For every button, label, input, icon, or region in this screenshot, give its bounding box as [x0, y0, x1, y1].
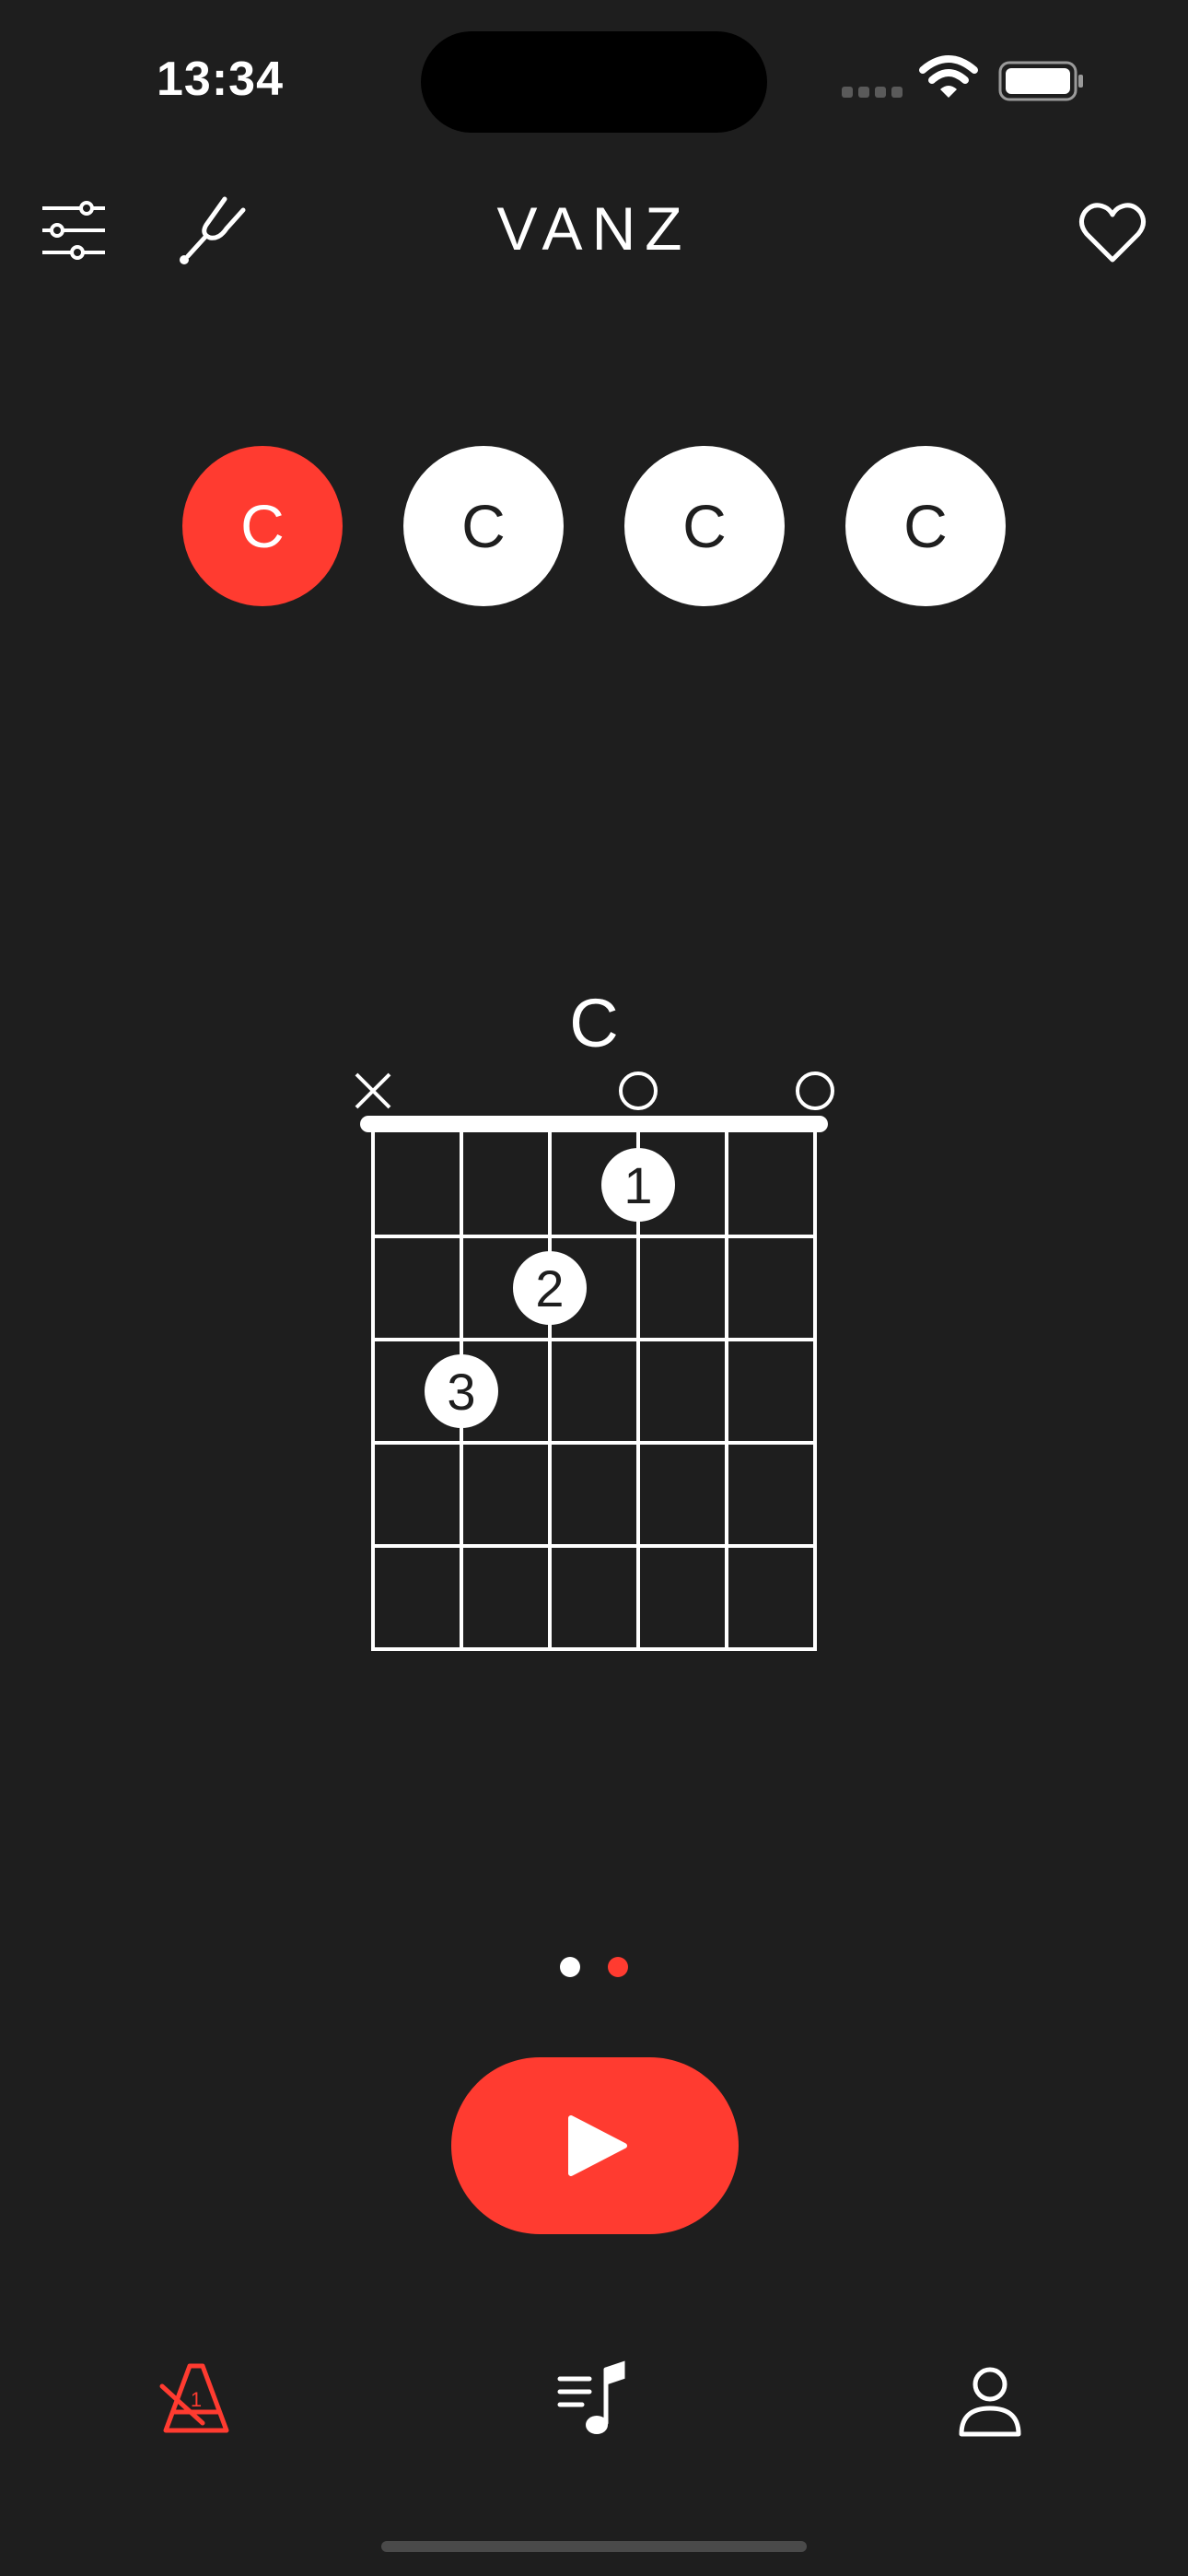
play-icon	[568, 2115, 627, 2176]
svg-text:1: 1	[191, 2388, 202, 2411]
dynamic-island	[421, 31, 767, 133]
music-library-icon[interactable]	[553, 2359, 635, 2441]
home-indicator	[381, 2541, 807, 2552]
tuning-fork-icon[interactable]	[175, 193, 249, 267]
status-time: 13:34	[157, 53, 284, 106]
sliders-icon[interactable]	[37, 193, 111, 267]
chord-chip-2[interactable]: C	[403, 446, 564, 606]
finger-number: 3	[447, 1363, 475, 1421]
open-string-icon	[619, 1071, 658, 1110]
chord-chip-1[interactable]: C	[182, 446, 343, 606]
open-string-icon	[796, 1071, 834, 1110]
app-title: VANZ	[496, 194, 692, 263]
chord-chip-3[interactable]: C	[624, 446, 785, 606]
play-button[interactable]	[451, 2057, 739, 2234]
chord-name: C	[569, 985, 619, 1061]
chord-diagram: 1 2 3	[355, 1071, 834, 1651]
page-dot-1[interactable]	[560, 1957, 580, 1977]
profile-icon[interactable]	[949, 2359, 1031, 2441]
wifi-icon	[919, 55, 978, 98]
chord-chip-4[interactable]: C	[845, 446, 1006, 606]
page-dot-2[interactable]	[608, 1957, 628, 1977]
cellular-signal-icon	[842, 87, 903, 98]
heart-icon[interactable]	[1076, 195, 1149, 269]
finger-number: 1	[623, 1156, 652, 1214]
battery-icon	[998, 61, 1083, 101]
finger-number: 2	[535, 1259, 564, 1317]
metronome-icon[interactable]: 1	[155, 2359, 238, 2441]
